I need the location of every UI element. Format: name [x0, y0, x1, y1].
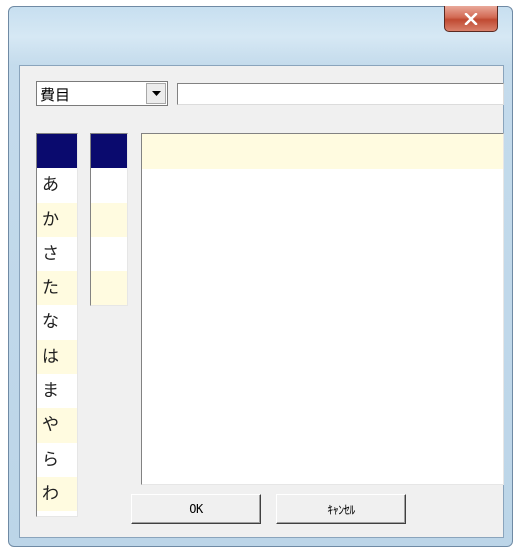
kana-item[interactable]: さ [37, 237, 77, 271]
kana-item[interactable] [37, 134, 77, 169]
category-combo-value: 費目 [40, 86, 71, 104]
sub-list-item[interactable] [91, 202, 127, 237]
kana-item[interactable]: た [37, 271, 77, 306]
kana-item[interactable]: ま [37, 374, 77, 408]
sub-list-item[interactable] [91, 271, 127, 305]
sub-list-item[interactable] [91, 134, 127, 169]
sub-list-item[interactable] [91, 168, 127, 202]
kana-item[interactable]: わ [37, 476, 77, 512]
dialog-client-area: 費目 あ か さ た な は ま や ら わ OK ｷｬﾝｾﾙ [19, 65, 504, 538]
kana-index-list[interactable]: あ か さ た な は ま や ら わ [36, 133, 78, 517]
ok-button[interactable]: OK [131, 494, 261, 524]
sub-index-list[interactable] [90, 133, 128, 306]
search-input[interactable] [177, 83, 504, 105]
kana-item[interactable]: ら [37, 443, 77, 477]
chevron-down-icon [151, 91, 161, 96]
category-combo[interactable]: 費目 [36, 81, 168, 106]
close-x-icon [464, 12, 478, 25]
kana-item[interactable]: は [37, 339, 77, 375]
kana-item[interactable]: な [37, 305, 77, 339]
close-button[interactable] [444, 6, 498, 32]
item-list[interactable] [141, 133, 504, 485]
kana-item[interactable]: あ [37, 168, 77, 202]
dialog-window: 費目 あ か さ た な は ま や ら わ OK ｷｬﾝｾﾙ [8, 6, 513, 547]
combo-dropdown-button[interactable] [146, 83, 166, 104]
title-bar [9, 6, 512, 65]
kana-item[interactable]: か [37, 202, 77, 237]
list-item[interactable] [142, 134, 503, 169]
sub-list-item[interactable] [91, 237, 127, 271]
cancel-button[interactable]: ｷｬﾝｾﾙ [276, 494, 406, 524]
kana-item[interactable]: や [37, 408, 77, 443]
